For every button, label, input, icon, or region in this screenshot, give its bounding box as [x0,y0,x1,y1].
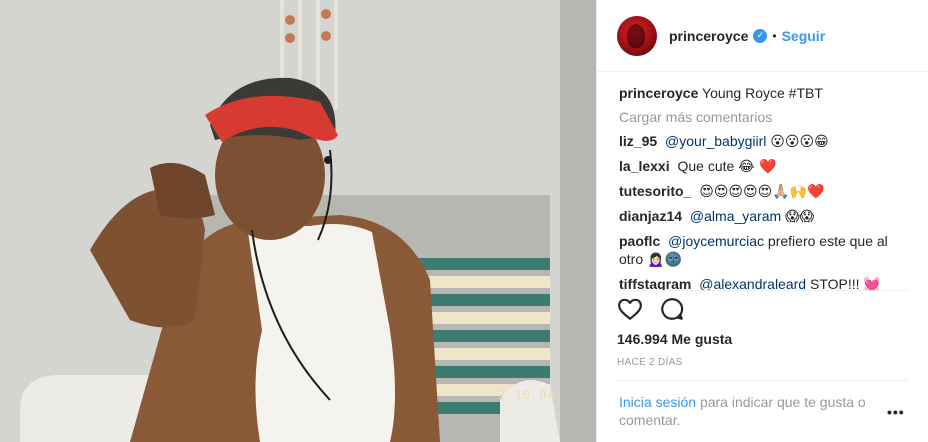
comment-emoji: 😱😱 [785,209,815,225]
comment-item: paoflc @joycemurciac prefiero este que a… [619,232,915,269]
divider [617,290,909,291]
caption-text: Young Royce #TBT [702,85,823,101]
comment-mention[interactable]: @alexandraleard [699,276,806,290]
more-options-icon[interactable]: ••• [887,404,905,420]
comment-item: tiffstagram @alexandraleard STOP!!! 💓 [619,275,915,290]
comment-item: liz_95 @your_babygiirl 😮😮😮😁 [619,132,915,151]
photo-date-stamp: 2 10 04 [498,388,556,402]
post-actions [617,296,685,322]
comment-username[interactable]: tutesorito_ [619,183,691,199]
comment-emoji: 😂 ❤️ [738,159,777,175]
comment-mention[interactable]: @alma_yaram [690,208,781,224]
caption-username[interactable]: princeroyce [619,85,698,101]
comment-username[interactable]: liz_95 [619,133,657,149]
comment-item: dianjaz14 @alma_yaram 😱😱 [619,207,915,226]
post-photo-illustration [0,0,596,442]
comment-emoji: 💓 [863,277,881,290]
post-caption: princeroyce Young Royce #TBT [619,80,915,102]
verified-badge-icon: ✓ [753,28,768,43]
login-link[interactable]: Inicia sesión [619,394,696,410]
comment-username[interactable]: tiffstagram [619,276,691,290]
heart-icon[interactable] [617,296,643,322]
comment-emoji: 😍😍😍😍😍🙏🏼🙌❤️ [699,184,825,200]
comment-username[interactable]: la_lexxi [619,158,670,174]
comments-list[interactable]: princeroyce Young Royce #TBT Cargar más … [619,80,915,290]
avatar[interactable] [617,15,657,56]
comment-item: la_lexxi Que cute 😂 ❤️ [619,157,915,176]
post-photo[interactable]: 2 10 04 [0,0,596,442]
comment-text: STOP!!! [809,276,860,290]
post-header: princeroyce ✓ • Seguir [597,0,928,72]
likes-count[interactable]: 146.994 Me gusta [617,331,732,347]
post-timestamp[interactable]: HACE 2 DÍAS [617,357,683,368]
comment-item: tutesorito_ 😍😍😍😍😍🙏🏼🙌❤️ [619,182,915,201]
load-more-comments-button[interactable]: Cargar más comentarios [619,108,915,126]
comment-emoji: 😮😮😮😁 [770,134,829,150]
comment-mention[interactable]: @joycemurciac [668,233,764,249]
comment-emoji: 🙍🏻‍♀️🌚 [647,252,682,268]
login-prompt: Inicia sesión para indicar que te gusta … [619,393,881,429]
comment-username[interactable]: dianjaz14 [619,208,682,224]
follow-button[interactable]: Seguir [782,28,826,44]
divider [617,380,909,381]
header-username[interactable]: princeroyce [669,28,748,44]
separator-dot: • [772,28,777,43]
comment-username[interactable]: paoflc [619,233,660,249]
comment-mention[interactable]: @your_babygiirl [665,133,766,149]
comment-bubble-icon[interactable] [659,296,685,322]
comment-text: Que cute [677,158,735,174]
post-side-panel: princeroyce ✓ • Seguir princeroyce Young… [596,0,928,442]
